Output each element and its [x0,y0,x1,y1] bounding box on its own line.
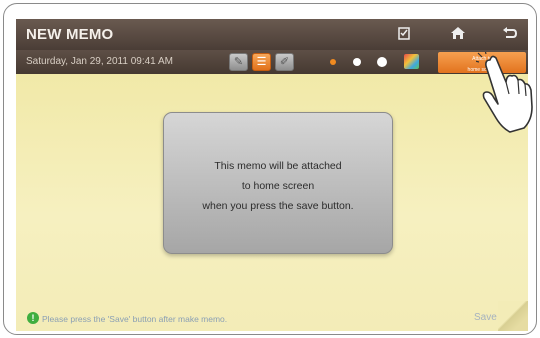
home-icon[interactable] [448,25,468,45]
screen: NEW MEMO Saturday, Jan 29, 2011 09:41 AM… [16,19,528,331]
color-palette-icon[interactable] [404,54,419,69]
memo-icon[interactable]: ☰ [252,53,271,71]
color-orange[interactable] [330,59,336,65]
toolbar: Saturday, Jan 29, 2011 09:41 AM ✎ ☰ ✐ At… [16,50,528,74]
page-curl [498,301,528,331]
hand-pointer-icon [476,52,533,133]
color-white-small[interactable] [353,58,361,66]
memo-paper[interactable]: This memo will be attached to home scree… [16,74,528,331]
popup-line-3: when you press the save button. [202,200,354,212]
eraser-icon[interactable]: ✐ [275,53,294,71]
memo-save-icon[interactable] [394,25,414,45]
popup-line-2: to home screen [241,180,315,192]
save-button[interactable]: Save [474,312,497,323]
device-frame: NEW MEMO Saturday, Jan 29, 2011 09:41 AM… [3,3,537,335]
title-bar: NEW MEMO [16,19,528,50]
color-white-large[interactable] [377,57,387,67]
date-time: Saturday, Jan 29, 2011 09:41 AM [26,56,173,67]
back-icon[interactable] [500,25,520,45]
page-title: NEW MEMO [26,26,114,43]
info-icon: ! [27,312,39,324]
popup-line-1: This memo will be attached [214,160,342,172]
info-popup: This memo will be attached to home scree… [163,112,393,254]
hint-text: Please press the 'Save' button after mak… [42,314,228,324]
pen-icon[interactable]: ✎ [229,53,248,71]
